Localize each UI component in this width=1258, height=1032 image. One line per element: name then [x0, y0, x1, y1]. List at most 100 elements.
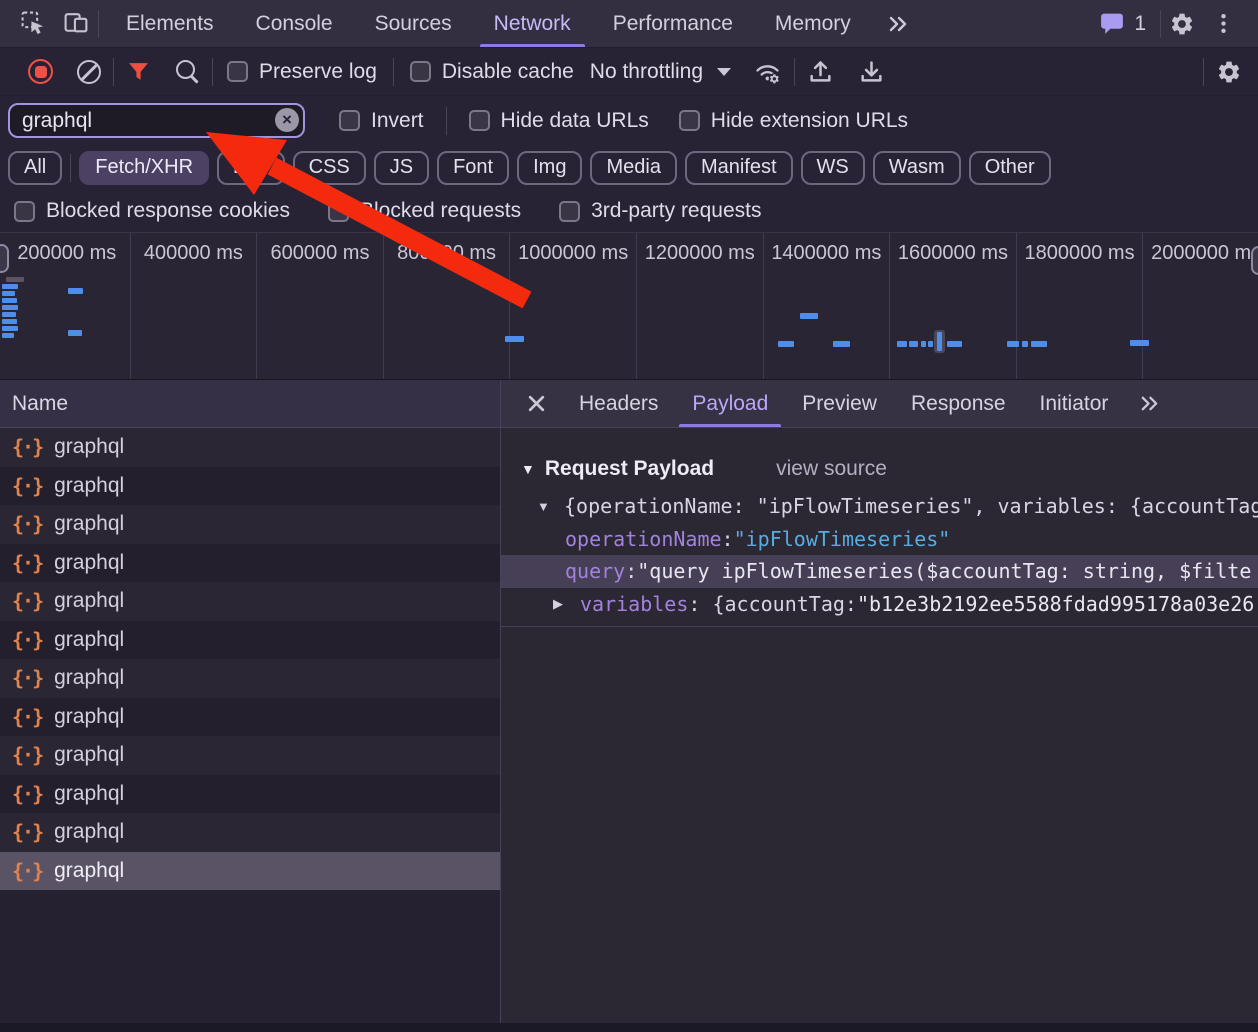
request-name: graphql [54, 743, 124, 767]
more-details-tabs-icon[interactable] [1125, 380, 1174, 427]
device-toolbar-icon[interactable] [55, 6, 98, 41]
request-waterfall-bar[interactable] [2, 291, 15, 296]
3rd-party-requests-checkbox[interactable]: 3rd-party requests [553, 199, 767, 223]
details-tab-response[interactable]: Response [894, 380, 1023, 427]
tab-memory[interactable]: Memory [754, 0, 872, 47]
name-column-header[interactable]: Name [0, 380, 500, 428]
expanded-triangle-icon[interactable]: ▼ [537, 499, 564, 514]
filter-funnel-icon[interactable] [114, 48, 163, 95]
details-tab-headers[interactable]: Headers [562, 380, 675, 427]
inspect-element-icon[interactable] [12, 6, 55, 41]
collapsed-triangle-icon[interactable]: ▶ [553, 596, 580, 612]
type-filter-js[interactable]: JS [374, 151, 429, 185]
type-filter-img[interactable]: Img [517, 151, 582, 185]
details-tab-initiator[interactable]: Initiator [1023, 380, 1126, 427]
request-row[interactable]: {·}graphql [0, 852, 500, 891]
request-row[interactable]: {·}graphql [0, 428, 500, 467]
network-settings-gear-icon[interactable] [1204, 48, 1244, 95]
type-filter-doc[interactable]: Doc [217, 151, 285, 185]
tab-network[interactable]: Network [473, 0, 592, 47]
type-filter-wasm[interactable]: Wasm [873, 151, 961, 185]
tab-sources[interactable]: Sources [354, 0, 473, 47]
preserve-log-checkbox[interactable]: Preserve log [221, 60, 383, 84]
request-waterfall-bar[interactable] [921, 341, 926, 347]
payload-tree-line[interactable]: query: "query ipFlowTimeseries($accountT… [501, 555, 1258, 588]
request-waterfall-bar[interactable] [2, 333, 14, 338]
issues-indicator[interactable]: 1 [1085, 11, 1160, 36]
request-row[interactable]: {·}graphql [0, 736, 500, 775]
invert-checkbox[interactable]: Invert [331, 109, 432, 133]
request-waterfall-bar[interactable] [909, 341, 918, 347]
request-waterfall-bar[interactable] [928, 341, 933, 347]
timeline-marker-line[interactable] [937, 332, 942, 351]
export-har-icon[interactable] [846, 48, 897, 95]
search-icon[interactable] [163, 48, 212, 95]
request-row[interactable]: {·}graphql [0, 544, 500, 583]
payload-tree-line[interactable]: ▼{operationName: "ipFlowTimeseries", var… [501, 490, 1258, 523]
disable-cache-checkbox[interactable]: Disable cache [404, 60, 580, 84]
settings-gear-icon[interactable] [1161, 7, 1203, 41]
type-filter-media[interactable]: Media [590, 151, 676, 185]
request-row[interactable]: {·}graphql [0, 582, 500, 621]
type-filter-css[interactable]: CSS [293, 151, 366, 185]
throttling-select[interactable]: No throttling [580, 60, 741, 84]
blocked-response-cookies-checkbox[interactable]: Blocked response cookies [8, 199, 296, 223]
kebab-menu-icon[interactable] [1203, 7, 1244, 40]
details-tab-payload[interactable]: Payload [675, 380, 785, 427]
payload-tree-line[interactable]: ▶variables: {accountTag: "b12e3b2192ee55… [501, 588, 1258, 621]
tab-console[interactable]: Console [235, 0, 354, 47]
type-filter-font[interactable]: Font [437, 151, 509, 185]
request-waterfall-bar[interactable] [2, 305, 18, 310]
clear-filter-icon[interactable]: × [275, 108, 299, 132]
request-waterfall-bar[interactable] [1022, 341, 1028, 347]
request-waterfall-bar[interactable] [778, 341, 794, 347]
collapse-triangle-icon[interactable]: ▼ [521, 461, 535, 477]
request-waterfall-bar[interactable] [897, 341, 907, 347]
blocked-requests-checkbox[interactable]: Blocked requests [322, 199, 527, 223]
overview-right-grip[interactable] [1251, 246, 1258, 275]
request-waterfall-bar[interactable] [833, 341, 850, 347]
record-network-log-button[interactable] [16, 48, 65, 95]
tab-performance[interactable]: Performance [592, 0, 754, 47]
import-har-icon[interactable] [795, 48, 846, 95]
request-waterfall-bar[interactable] [1031, 341, 1047, 347]
more-panels-button[interactable] [872, 13, 924, 35]
request-waterfall-bar[interactable] [2, 326, 18, 331]
request-waterfall-bar[interactable] [2, 312, 16, 317]
request-row[interactable]: {·}graphql [0, 775, 500, 814]
request-row[interactable]: {·}graphql [0, 621, 500, 660]
request-waterfall-bar[interactable] [2, 298, 17, 303]
view-source-link[interactable]: view source [776, 457, 887, 481]
request-row[interactable]: {·}graphql [0, 659, 500, 698]
request-row[interactable]: {·}graphql [0, 698, 500, 737]
type-filter-all[interactable]: All [8, 151, 62, 185]
request-waterfall-bar[interactable] [505, 336, 524, 342]
payload-tree-line[interactable]: operationName: "ipFlowTimeseries" [501, 523, 1258, 556]
close-details-icon[interactable] [511, 380, 562, 427]
request-row[interactable]: {·}graphql [0, 813, 500, 852]
type-filter-manifest[interactable]: Manifest [685, 151, 793, 185]
filter-input[interactable] [8, 103, 305, 138]
type-filter-ws[interactable]: WS [801, 151, 865, 185]
request-waterfall-bar[interactable] [947, 341, 962, 347]
type-filter-other[interactable]: Other [969, 151, 1051, 185]
details-tab-preview[interactable]: Preview [785, 380, 894, 427]
type-filter-fetch-xhr[interactable]: Fetch/XHR [79, 151, 209, 185]
hide-data-urls-checkbox[interactable]: Hide data URLs [461, 109, 657, 133]
network-conditions-icon[interactable] [741, 48, 794, 95]
clear-network-log-button[interactable] [65, 48, 113, 95]
request-row[interactable]: {·}graphql [0, 505, 500, 544]
timeline-muted[interactable] [6, 277, 24, 282]
request-waterfall-bar[interactable] [800, 313, 818, 319]
request-waterfall-bar[interactable] [1007, 341, 1019, 347]
request-waterfall-bar[interactable] [68, 288, 83, 294]
request-waterfall-bar[interactable] [2, 284, 18, 289]
request-waterfall-bar[interactable] [1130, 340, 1149, 346]
request-waterfall-bar[interactable] [68, 330, 82, 336]
request-row[interactable]: {·}graphql [0, 467, 500, 506]
tab-elements[interactable]: Elements [105, 0, 235, 47]
overview-left-grip[interactable] [0, 244, 9, 273]
request-waterfall-bar[interactable] [2, 319, 17, 324]
hide-extension-urls-checkbox[interactable]: Hide extension URLs [671, 109, 916, 133]
network-overview-timeline[interactable]: 200000 ms400000 ms600000 ms800000 ms1000… [0, 232, 1258, 380]
